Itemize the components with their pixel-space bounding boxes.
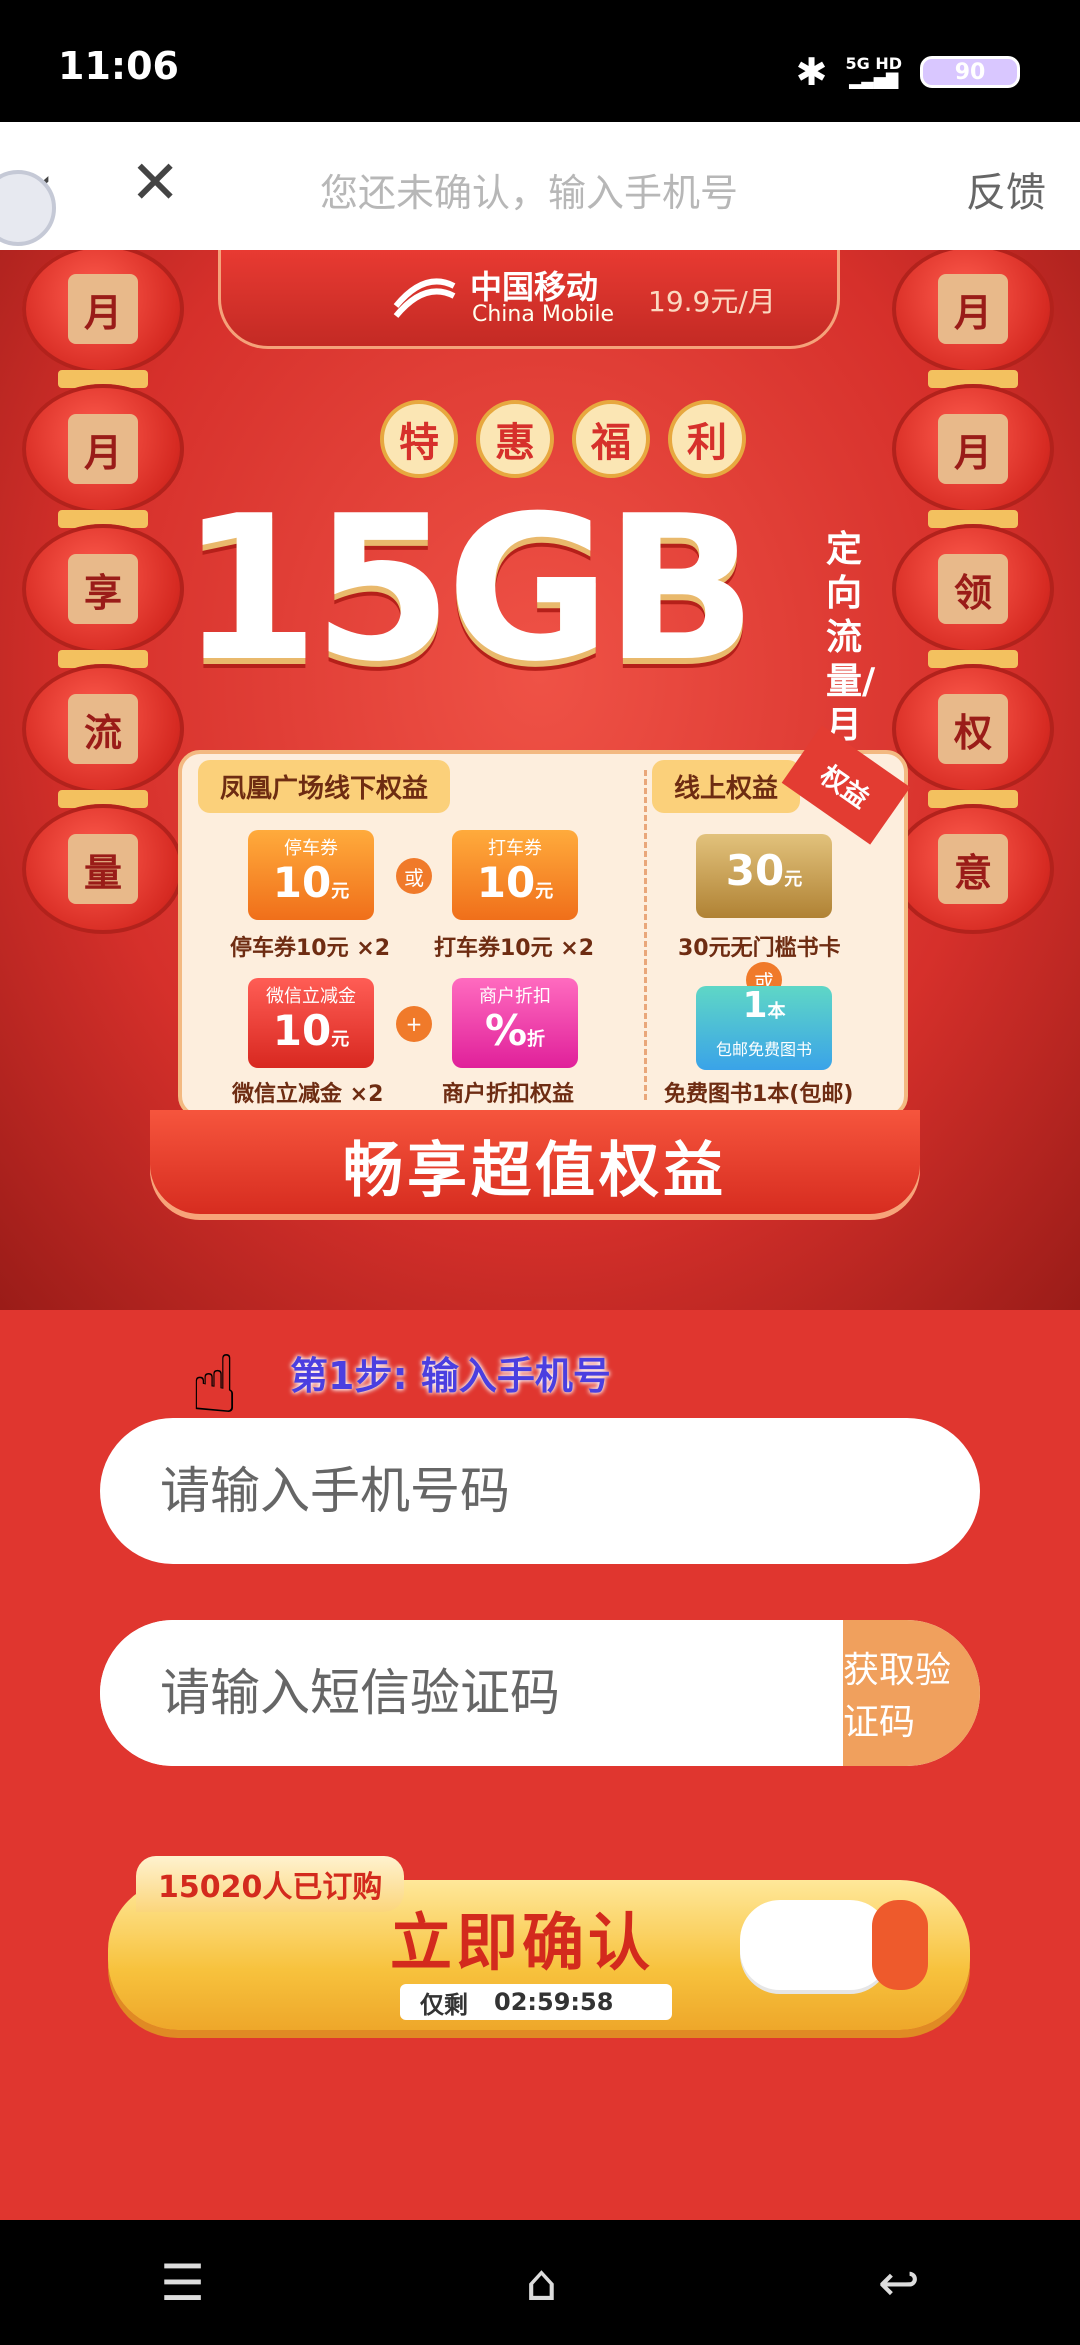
merchant-discount-coupon: 商户折扣 %折 xyxy=(452,978,578,1068)
bluetooth-icon: ✱ xyxy=(795,50,828,94)
coupon-caption: 免费图书1本(包邮) xyxy=(664,1082,854,1107)
right-lantern-column: 月 月 领 权 意 xyxy=(892,250,1054,934)
brand-name-en: China Mobile xyxy=(472,302,615,327)
step-label: 第1步: 输入手机号 xyxy=(290,1354,611,1398)
promo-badges: 特 惠 福 利 xyxy=(380,400,746,478)
promo-badge: 福 xyxy=(572,400,650,478)
price-label: 19.9元/月 xyxy=(648,285,776,318)
coupon-caption: 打车券10元 ×2 xyxy=(434,936,595,961)
confirm-label[interactable]: 立即确认 xyxy=(390,1892,654,1982)
lantern: 享 xyxy=(22,524,184,654)
top-nav: ‹ ✕ 您还未确认，输入手机号 反馈 xyxy=(0,122,1080,250)
subscribed-count-badge: 15020人已订购 xyxy=(136,1856,405,1912)
promo-badge: 特 xyxy=(380,400,458,478)
lantern: 领 xyxy=(892,524,1054,654)
home-icon[interactable]: ⌂ xyxy=(526,2254,558,2312)
lantern: 月 xyxy=(22,250,184,374)
signal-icon: 5G HD ▂▃▅▇ xyxy=(845,54,902,89)
hero-banner: 中国移动 China Mobile 19.9元/月 月 月 享 流 量 月 月 … xyxy=(0,250,1080,1310)
back-icon[interactable]: ↩ xyxy=(878,2254,920,2312)
get-code-button[interactable]: 获取验证码 xyxy=(843,1620,980,1766)
lantern: 月 xyxy=(892,250,1054,374)
plus-badge: + xyxy=(396,1006,432,1042)
system-nav-bar: ☰ ⌂ ↩ xyxy=(0,2220,1080,2345)
benefits-banner: 畅享超值权益 xyxy=(150,1110,920,1220)
coupon-caption: 商户折扣权益 xyxy=(442,1082,575,1107)
sms-code-input[interactable] xyxy=(100,1620,843,1766)
page-title: 您还未确认，输入手机号 xyxy=(320,171,739,215)
lantern: 意 xyxy=(892,804,1054,934)
coupon-caption: 微信立减金 ×2 xyxy=(232,1082,384,1107)
status-icons: ✱ 5G HD ▂▃▅▇ 90 xyxy=(796,50,1020,94)
status-time: 11:06 xyxy=(58,44,179,88)
promo-badge: 利 xyxy=(668,400,746,478)
lantern: 流 xyxy=(22,664,184,794)
book-card-coupon: 30元 xyxy=(696,834,832,918)
sms-field-group: 获取验证码 xyxy=(100,1620,980,1766)
coupon-caption: 30元无门槛书卡 xyxy=(678,936,841,961)
promo-badge: 惠 xyxy=(476,400,554,478)
lantern: 权 xyxy=(892,664,1054,794)
left-lantern-column: 月 月 享 流 量 xyxy=(22,250,184,934)
close-icon[interactable]: ✕ xyxy=(130,148,180,218)
online-benefits-title: 线上权益 xyxy=(652,760,801,813)
card-divider xyxy=(644,770,647,1100)
lantern: 月 xyxy=(22,384,184,514)
coupon-caption: 停车券10元 ×2 xyxy=(230,936,391,961)
lantern: 量 xyxy=(22,804,184,934)
phone-input[interactable] xyxy=(100,1418,980,1564)
countdown-timer: 仅剩 02:59:58 xyxy=(400,1984,672,2020)
data-amount: 15GB xyxy=(180,473,757,706)
parking-coupon: 停车券 10元 xyxy=(248,830,374,920)
hand-cuff-decoration xyxy=(872,1900,928,1990)
countdown-value: 02:59:58 xyxy=(494,1988,614,2016)
wechat-discount-coupon: 微信立减金 10元 xyxy=(248,978,374,1068)
battery-icon: 90 xyxy=(920,56,1020,88)
free-book-coupon: 1本 包邮免费图书 xyxy=(696,986,832,1070)
offline-benefits-title: 凤凰广场线下权益 xyxy=(198,760,451,813)
taxi-coupon: 打车券 10元 xyxy=(452,830,578,920)
pointing-hand-icon xyxy=(740,1900,890,1990)
data-type-label: 定向流量/月 xyxy=(826,529,876,746)
status-bar: 11:06 ✱ 5G HD ▂▃▅▇ 90 xyxy=(0,0,1080,122)
or-badge: 或 xyxy=(396,858,432,894)
feedback-link[interactable]: 反馈 xyxy=(966,160,1046,218)
remaining-label: 仅剩 xyxy=(420,1990,468,2019)
china-mobile-logo-icon xyxy=(393,278,456,318)
menu-icon[interactable]: ☰ xyxy=(160,2254,205,2312)
lantern: 月 xyxy=(892,384,1054,514)
